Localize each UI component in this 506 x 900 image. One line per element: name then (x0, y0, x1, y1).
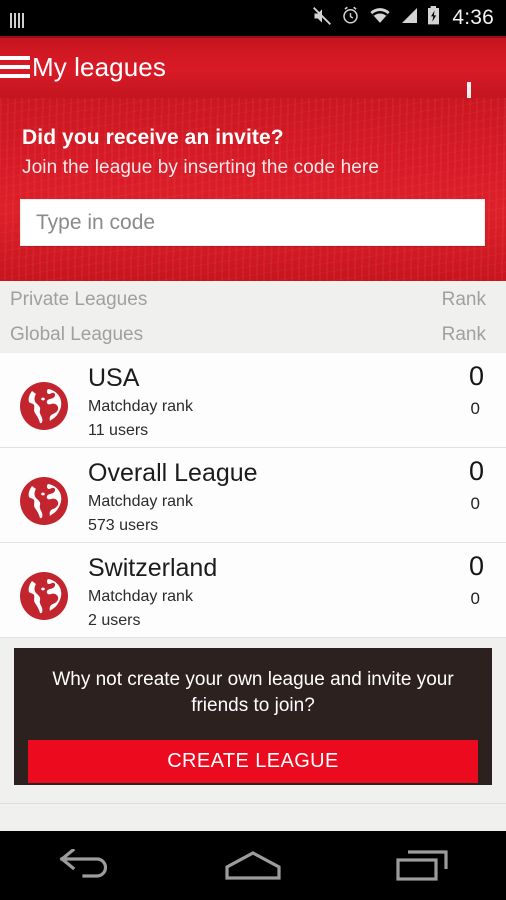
create-league-card: Why not create your own league and invit… (14, 648, 492, 785)
league-matchday-rank: 0 (470, 494, 480, 513)
league-subtitle: Matchday rank (88, 398, 193, 415)
page-bottom-filler (0, 804, 506, 831)
recent-apps-icon[interactable] (377, 840, 467, 892)
league-rank: 0 (468, 456, 484, 486)
page-title: My leagues (32, 52, 166, 82)
create-league-promo-section: Why not create your own league and invit… (0, 639, 506, 804)
hamburger-menu-icon[interactable] (0, 52, 30, 82)
create-league-button[interactable]: CREATE LEAGUE (28, 740, 478, 783)
globe-icon (18, 570, 70, 622)
league-subtitle: Matchday rank (88, 493, 193, 510)
wifi-icon (369, 7, 391, 29)
home-icon[interactable] (208, 840, 298, 892)
invite-section: Did you receive an invite? Join the leag… (0, 98, 506, 281)
league-user-count: 2 users (88, 612, 141, 629)
globe-icon (18, 380, 70, 432)
section-label: Global Leagues (10, 323, 144, 345)
globe-icon (18, 475, 70, 527)
league-user-count: 11 users (88, 422, 149, 439)
section-header-private-leagues: Private Leagues Rank (0, 282, 506, 317)
android-navigation-bar (0, 831, 506, 900)
league-name: USA (88, 364, 140, 392)
alarm-clock-icon (341, 6, 360, 30)
status-bar-right: 4:36 (312, 6, 494, 31)
invite-subheading: Join the league by inserting the code he… (22, 157, 379, 178)
league-list: USA Matchday rank 11 users 0 0 Overall L… (0, 353, 506, 638)
list-item[interactable]: Overall League Matchday rank 573 users 0… (0, 448, 506, 543)
signal-bars-icon (10, 11, 24, 28)
cellular-signal-icon (400, 7, 418, 29)
league-matchday-rank: 0 (470, 589, 480, 608)
app-bar: My leagues (0, 36, 506, 124)
section-rank-label: Rank (441, 288, 486, 310)
promo-text: Why not create your own league and invit… (52, 669, 454, 716)
league-rank: 0 (468, 551, 484, 581)
section-header-global-leagues: Global Leagues Rank (0, 317, 506, 352)
league-user-count: 573 users (88, 517, 159, 534)
invite-code-input[interactable] (20, 199, 485, 246)
status-bar: 4:36 (0, 0, 506, 36)
back-arrow-icon[interactable] (39, 840, 129, 892)
section-rank-label: Rank (441, 323, 486, 345)
league-name: Switzerland (88, 554, 218, 582)
phone-screen: 4:36 My leagues Did you receive an invit… (0, 0, 506, 900)
mute-icon (312, 6, 332, 31)
status-bar-clock: 4:36 (452, 6, 494, 29)
status-bar-left (10, 8, 24, 28)
battery-charging-icon (427, 6, 440, 30)
league-matchday-rank: 0 (470, 399, 480, 418)
section-label: Private Leagues (10, 288, 148, 310)
league-subtitle: Matchday rank (88, 588, 193, 605)
league-rank: 0 (468, 361, 484, 391)
invite-heading: Did you receive an invite? (22, 126, 284, 149)
league-name: Overall League (88, 459, 258, 487)
list-item[interactable]: USA Matchday rank 11 users 0 0 (0, 353, 506, 448)
list-item[interactable]: Switzerland Matchday rank 2 users 0 0 (0, 543, 506, 638)
